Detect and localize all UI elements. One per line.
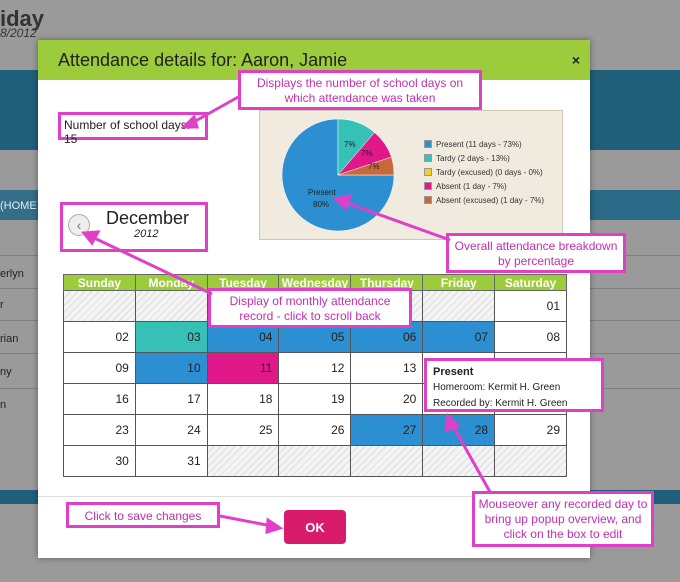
- day-header: Friday: [422, 274, 496, 291]
- pie-label-tardy-pct: 7%: [344, 140, 356, 149]
- legend-swatch: [424, 182, 432, 190]
- calendar-day-cell[interactable]: 17: [134, 383, 208, 415]
- bg-name-2: r: [0, 299, 4, 311]
- legend-item: Present (11 days - 73%): [424, 137, 544, 151]
- calendar-day-cell[interactable]: 24: [134, 414, 208, 446]
- legend-label: Tardy (excused) (0 days - 0%): [436, 167, 543, 177]
- legend-label: Present (11 days - 73%): [436, 139, 522, 149]
- callout-month: Display of monthly attendance record - c…: [208, 288, 412, 328]
- calendar-day-cell[interactable]: 03: [134, 321, 208, 353]
- calendar-day-cell[interactable]: 25: [206, 414, 280, 446]
- calendar-day-cell[interactable]: 12: [278, 352, 352, 384]
- pie-label-present: Present: [308, 188, 336, 197]
- close-icon[interactable]: ×: [572, 52, 580, 68]
- pie-label-excused-pct: 7%: [368, 162, 380, 171]
- calendar-day-cell[interactable]: 09: [63, 352, 136, 384]
- calendar-empty-cell: [350, 445, 424, 477]
- calendar-day-cell[interactable]: 10: [134, 352, 208, 384]
- bg-page-date: 8/2012: [0, 26, 37, 40]
- calendar-day-cell[interactable]: 28: [422, 414, 496, 446]
- calendar-empty-cell: [134, 290, 208, 322]
- previous-month-button[interactable]: ‹: [68, 214, 90, 236]
- bg-right-band: [580, 190, 680, 220]
- bg-name-5: n: [0, 399, 7, 411]
- calendar-day-cell[interactable]: 27: [350, 414, 424, 446]
- calendar-empty-cell: [206, 445, 280, 477]
- callout-school-days: Displays the number of school days on wh…: [238, 70, 482, 110]
- callout-mouseover: Mouseover any recorded day to bring up p…: [472, 491, 654, 547]
- bg-name-3: rian: [0, 333, 19, 345]
- pie-label-present-pct: 80%: [313, 200, 329, 209]
- calendar-week-row: 30 31: [63, 445, 567, 477]
- legend-label: Tardy (2 days - 13%): [436, 153, 510, 163]
- legend-swatch: [424, 154, 432, 162]
- popup-title: Present: [433, 366, 474, 378]
- attendance-pie-chart: Present 80% 7% 7% 7% Present (11 days - …: [259, 110, 563, 240]
- calendar-day-cell[interactable]: 18: [206, 383, 280, 415]
- day-header: Monday: [134, 274, 208, 291]
- calendar-empty-cell: [63, 290, 136, 322]
- calendar-day-cell[interactable]: 23: [63, 414, 136, 446]
- month-name: December: [106, 208, 190, 228]
- legend-label: Absent (excused) (1 day - 7%): [436, 195, 545, 205]
- month-nav: ‹ December 2012: [62, 200, 206, 250]
- callout-pie: Overall attendance breakdown by percenta…: [446, 233, 626, 273]
- popup-recorded-by: Recorded by: Kermit H. Green: [433, 398, 568, 409]
- legend-item: Tardy (2 days - 13%): [424, 151, 544, 165]
- calendar-day-cell[interactable]: 19: [278, 383, 352, 415]
- calendar-day-cell[interactable]: 08: [494, 321, 567, 353]
- day-header: Sunday: [63, 274, 136, 291]
- calendar-day-cell[interactable]: 01: [494, 290, 567, 322]
- calendar-empty-cell: [494, 445, 567, 477]
- pie-label-absent-pct: 7%: [361, 149, 373, 158]
- bg-section-label: (HOME: [0, 200, 37, 212]
- day-popup: Present Homeroom: Kermit H. Green Record…: [424, 358, 604, 412]
- calendar-day-cell[interactable]: 20: [350, 383, 424, 415]
- calendar-day-cell[interactable]: 26: [278, 414, 352, 446]
- calendar-day-cell[interactable]: 30: [63, 445, 136, 477]
- calendar-day-cell[interactable]: 07: [422, 321, 496, 353]
- month-year: 2012: [134, 228, 159, 240]
- pie-legend: Present (11 days - 73%) Tardy (2 days - …: [424, 137, 544, 207]
- ok-button[interactable]: OK: [284, 510, 346, 544]
- calendar-week-row: 23 24 25 26 27 28 29: [63, 414, 567, 446]
- legend-swatch: [424, 140, 432, 148]
- popup-homeroom: Homeroom: Kermit H. Green: [433, 382, 561, 393]
- calendar-day-cell[interactable]: 11: [206, 352, 280, 384]
- calendar-day-cell[interactable]: 02: [63, 321, 136, 353]
- legend-item: Absent (1 day - 7%): [424, 179, 544, 193]
- legend-swatch: [424, 168, 432, 176]
- calendar-empty-cell: [422, 290, 496, 322]
- bg-name-4: ny: [0, 366, 12, 378]
- callout-save: Click to save changes: [66, 502, 220, 528]
- calendar-day-cell[interactable]: 29: [494, 414, 567, 446]
- legend-item: Absent (excused) (1 day - 7%): [424, 193, 544, 207]
- calendar-empty-cell: [278, 445, 352, 477]
- bg-name-1: erlyn: [0, 268, 24, 280]
- pie-svg: Present 80% 7% 7% 7%: [281, 118, 395, 232]
- school-days-count: Number of school days: 15: [64, 118, 191, 146]
- legend-item: Tardy (excused) (0 days - 0%): [424, 165, 544, 179]
- calendar-day-cell[interactable]: 16: [63, 383, 136, 415]
- legend-label: Absent (1 day - 7%): [436, 181, 507, 191]
- day-header: Saturday: [494, 274, 567, 291]
- calendar-day-cell[interactable]: 13: [350, 352, 424, 384]
- calendar-day-cell[interactable]: 31: [134, 445, 208, 477]
- modal-title: Attendance details for: Aaron, Jamie: [58, 50, 348, 70]
- calendar-empty-cell: [422, 445, 496, 477]
- legend-swatch: [424, 196, 432, 204]
